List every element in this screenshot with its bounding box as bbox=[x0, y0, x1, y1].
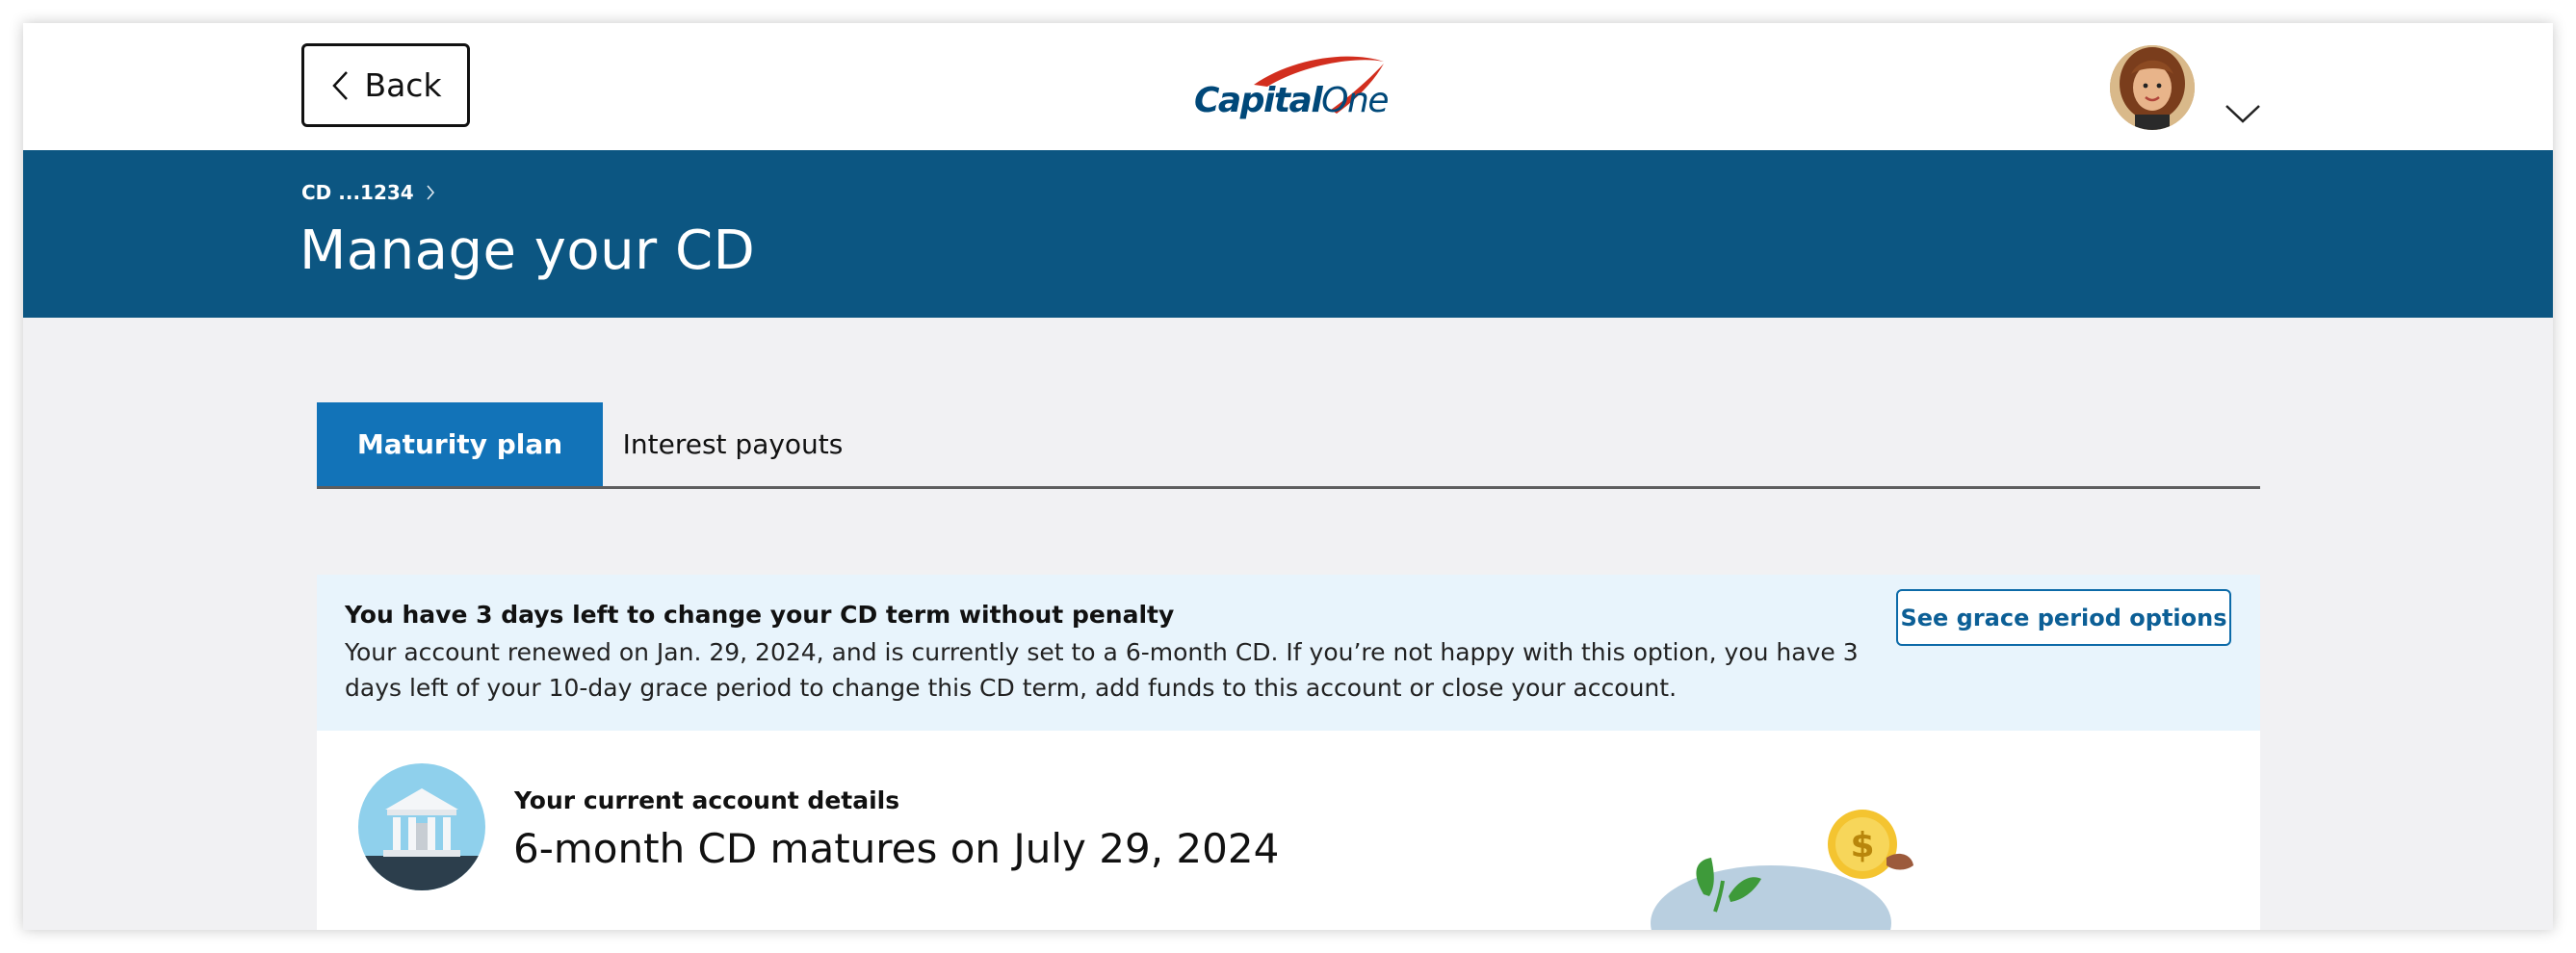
capital-one-logo[interactable]: CapitalOne bbox=[1186, 48, 1408, 125]
back-button-label: Back bbox=[364, 66, 442, 104]
page-title: Manage your CD bbox=[299, 219, 756, 282]
tab-interest-payouts[interactable]: Interest payouts bbox=[603, 402, 863, 486]
maturity-heading: 6-month CD matures on July 29, 2024 bbox=[513, 825, 1280, 872]
page-banner: CD ...1234 Manage your CD bbox=[23, 150, 2553, 318]
breadcrumb[interactable]: CD ...1234 bbox=[301, 181, 435, 204]
top-nav: Back CapitalOne bbox=[23, 23, 2553, 150]
see-grace-period-options-button[interactable]: See grace period options bbox=[1896, 589, 2231, 646]
breadcrumb-item-account[interactable]: CD ...1234 bbox=[301, 181, 414, 204]
back-button[interactable]: Back bbox=[301, 43, 470, 127]
details-label: Your current account details bbox=[514, 786, 900, 814]
alert-body: Your account renewed on Jan. 29, 2024, a… bbox=[345, 638, 1859, 702]
app-window: Back CapitalOne CD ...1234 Manage your C… bbox=[23, 23, 2553, 930]
user-avatar[interactable] bbox=[2110, 45, 2195, 130]
savings-illustration-icon: $ bbox=[1651, 810, 1913, 930]
avatar-illustration-icon bbox=[2110, 45, 2195, 130]
tab-bar: Maturity plan Interest payouts bbox=[317, 402, 2260, 489]
account-details-card: Your current account details 6-month CD … bbox=[317, 731, 2260, 930]
chevron-right-icon bbox=[427, 185, 434, 200]
svg-text:$: $ bbox=[1850, 826, 1874, 865]
grace-period-alert: You have 3 days left to change your CD t… bbox=[317, 575, 2260, 731]
bank-icon bbox=[358, 763, 485, 890]
alert-title: You have 3 days left to change your CD t… bbox=[345, 601, 1175, 629]
logo-wordmark: CapitalOne bbox=[1194, 81, 1389, 120]
chevron-left-icon bbox=[332, 70, 349, 100]
chevron-down-icon[interactable] bbox=[2224, 102, 2262, 125]
tab-maturity-plan[interactable]: Maturity plan bbox=[317, 402, 603, 486]
